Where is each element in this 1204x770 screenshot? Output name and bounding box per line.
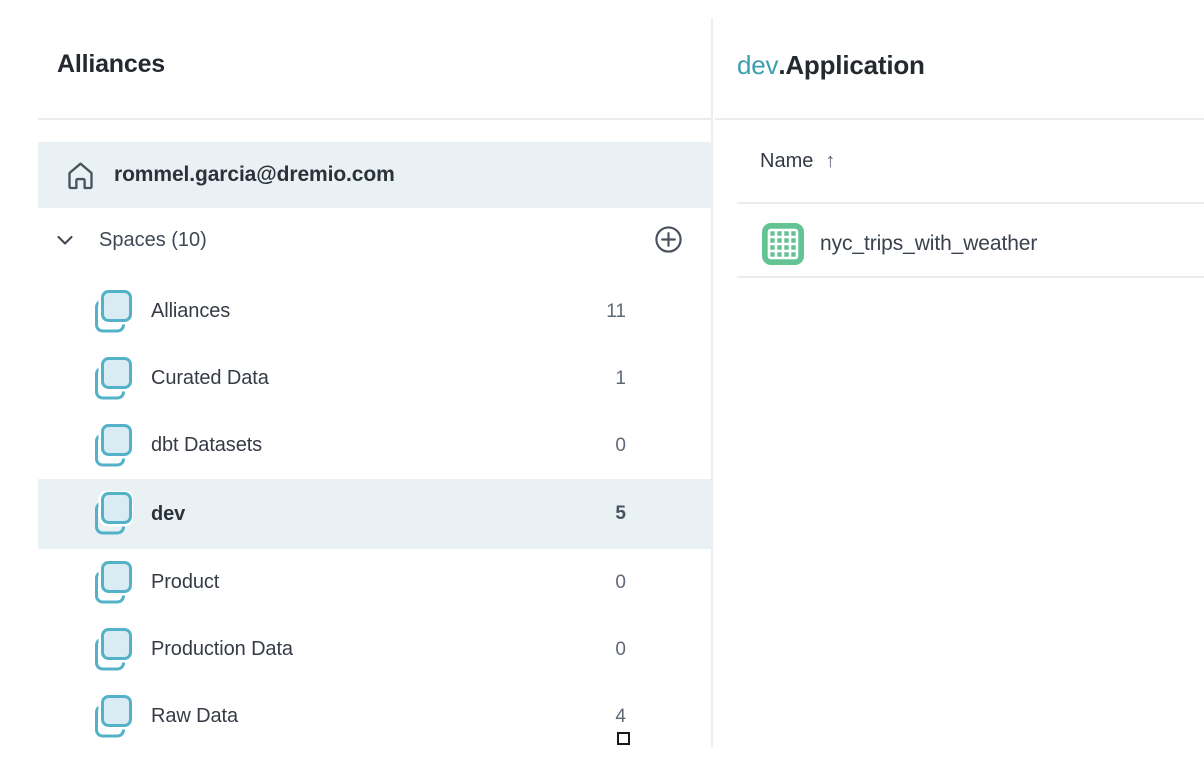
sidebar-space-item[interactable]: Production Data 0: [38, 616, 712, 683]
sidebar-space-item[interactable]: dev 5: [38, 479, 712, 549]
breadcrumb-space-link[interactable]: dev: [737, 50, 778, 80]
plus-circle-icon[interactable]: [654, 225, 683, 254]
spaces-section-header: Spaces (10): [38, 208, 712, 272]
space-icon: [93, 289, 133, 335]
chevron-down-icon[interactable]: [53, 228, 77, 252]
home-icon: [64, 159, 97, 192]
space-icon: [93, 627, 133, 673]
breadcrumb: dev.Application: [737, 50, 925, 81]
page-title: Alliances: [57, 50, 165, 79]
space-dataset-count: 0: [615, 639, 626, 661]
sidebar-space-item[interactable]: Curated Data 1: [38, 345, 712, 412]
sidebar-space-item[interactable]: dbt Datasets 0: [38, 412, 712, 479]
space-dataset-count: 4: [615, 706, 626, 728]
breadcrumb-folder-name: Application: [785, 50, 924, 80]
dataset-table-body: nyc_trips_with_weather: [737, 212, 1204, 278]
cursor-artifact: [617, 732, 630, 745]
space-name: dev: [151, 503, 185, 526]
space-icon: [93, 423, 133, 469]
space-dataset-count: 11: [606, 301, 626, 323]
space-dataset-count: 0: [615, 435, 626, 457]
divider: [38, 118, 712, 120]
space-name: Production Data: [151, 638, 293, 661]
space-content-panel: dev.Application Name ↑ nyc_trips_with_we…: [712, 0, 1204, 770]
sort-ascending-icon: ↑: [825, 150, 835, 173]
divider: [737, 202, 1204, 204]
sidebar-space-item[interactable]: Product 0: [38, 549, 712, 616]
table-icon: [761, 222, 805, 266]
space-dataset-count: 5: [615, 503, 626, 525]
spaces-list: Alliances 11 Curated Data 1 dbt Datasets…: [38, 278, 712, 750]
sidebar-space-item[interactable]: Alliances 11: [38, 278, 712, 345]
dataset-row[interactable]: nyc_trips_with_weather: [737, 212, 1204, 278]
space-dataset-count: 0: [615, 572, 626, 594]
spaces-sidebar: Alliances rommel.garcia@dremio.com Space…: [0, 0, 712, 770]
space-name: Raw Data: [151, 705, 238, 728]
space-icon: [93, 491, 133, 537]
sidebar-item-home[interactable]: rommel.garcia@dremio.com: [38, 142, 712, 208]
space-name: Product: [151, 571, 219, 594]
space-name: Alliances: [151, 300, 230, 323]
dataset-name: nyc_trips_with_weather: [820, 232, 1037, 256]
divider: [715, 118, 1204, 120]
space-icon: [93, 694, 133, 740]
column-header-label: Name: [760, 150, 813, 173]
space-dataset-count: 1: [615, 368, 626, 390]
space-icon: [93, 560, 133, 606]
dremio-catalog-screen: Alliances rommel.garcia@dremio.com Space…: [0, 0, 1204, 770]
user-home-label: rommel.garcia@dremio.com: [114, 163, 395, 187]
spaces-section-label: Spaces (10): [99, 229, 207, 252]
space-icon: [93, 356, 133, 402]
space-name: dbt Datasets: [151, 434, 262, 457]
space-name: Curated Data: [151, 367, 269, 390]
sidebar-space-item[interactable]: Raw Data 4: [38, 683, 712, 750]
column-header-name[interactable]: Name ↑: [760, 150, 835, 173]
